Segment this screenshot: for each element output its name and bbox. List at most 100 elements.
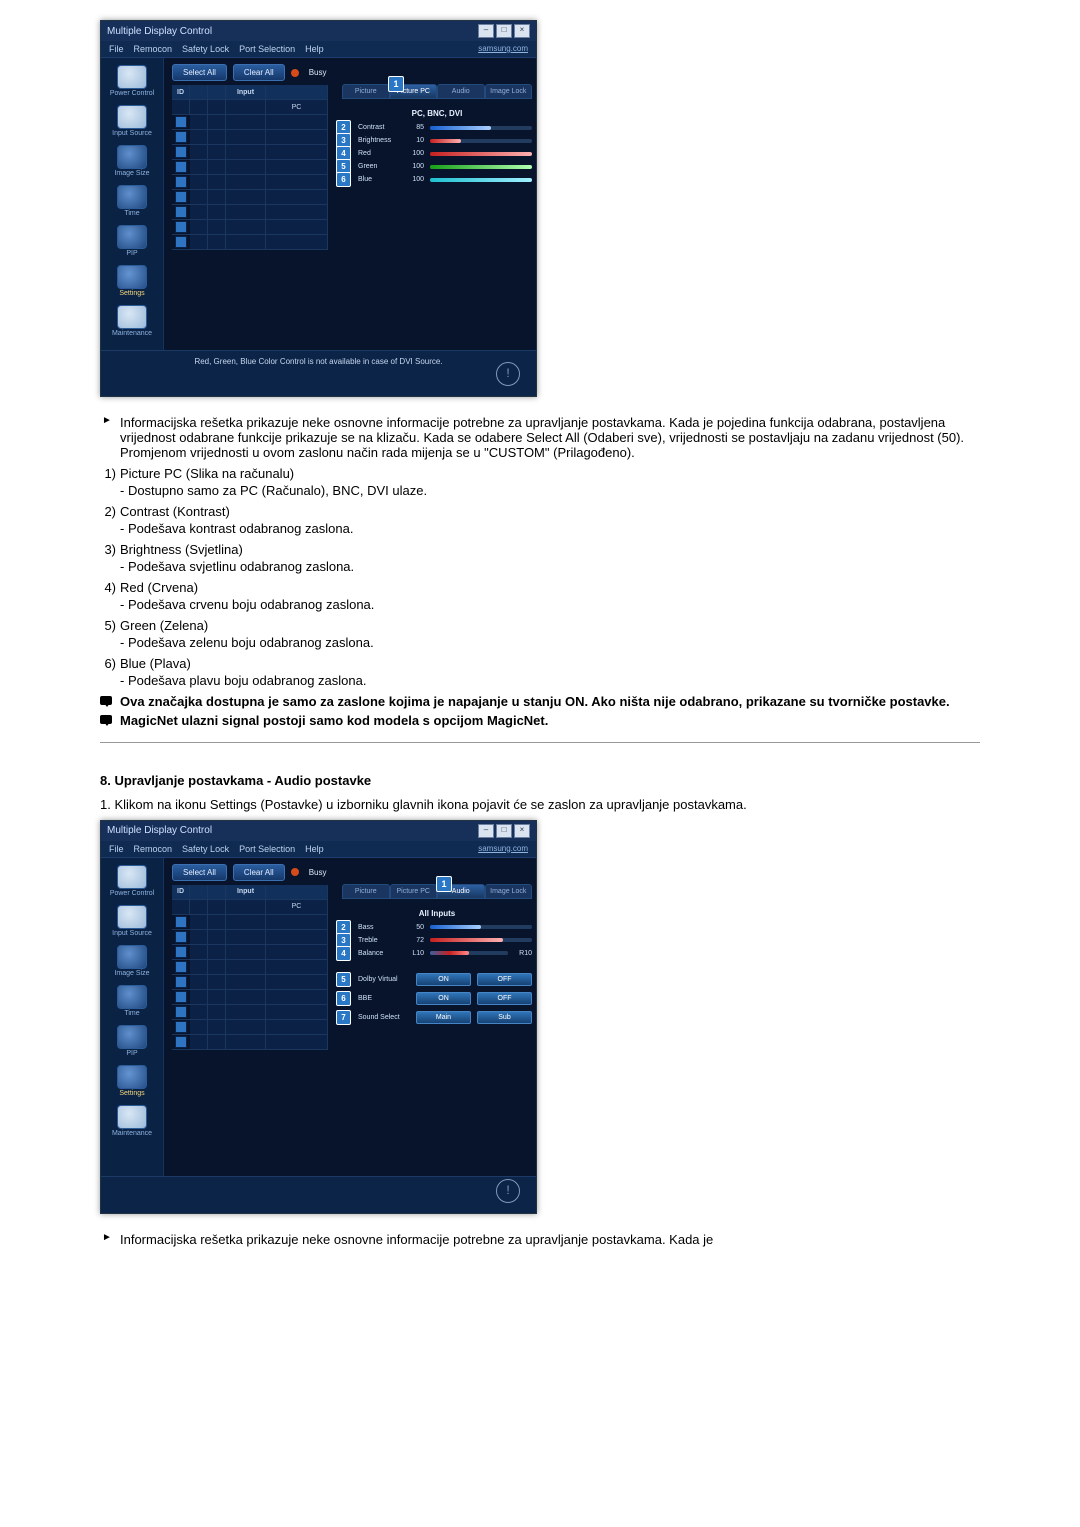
doc-list-sub: - Podešava zelenu boju odabranog zaslona… [100, 635, 980, 650]
clear-all-button[interactable]: Clear All [233, 64, 285, 81]
grid-header-id: ID [172, 885, 190, 899]
close-button[interactable]: × [514, 824, 530, 838]
menu-portselection[interactable]: Port Selection [239, 844, 295, 854]
grid-checkbox[interactable] [175, 146, 187, 158]
grid-checkbox[interactable] [175, 206, 187, 218]
grid-checkbox[interactable] [175, 1006, 187, 1018]
menu-help[interactable]: Help [305, 44, 324, 54]
grid-checkbox[interactable] [175, 236, 187, 248]
toggle-option-b[interactable]: OFF [477, 992, 532, 1005]
menu-help[interactable]: Help [305, 844, 324, 854]
toggle-option-a[interactable]: Main [416, 1011, 471, 1024]
slider-row-green: 5Green100 [342, 163, 532, 170]
slider-value: 50 [406, 924, 424, 931]
clear-all-button[interactable]: Clear All [233, 864, 285, 881]
row-badge: 7 [336, 1010, 351, 1025]
slider-track[interactable] [430, 178, 532, 182]
tab-image-lock[interactable]: Image Lock [485, 884, 533, 899]
toggle-option-b[interactable]: OFF [477, 973, 532, 986]
grid-checkbox[interactable] [175, 991, 187, 1003]
image-size-icon [117, 145, 147, 169]
tab-audio[interactable]: Audio [437, 84, 485, 99]
doc-list-item: 5)Green (Zelena) [100, 618, 980, 633]
app-window-audio: Multiple Display Control – □ × File Remo… [100, 820, 537, 1214]
doc-list-sub: - Podešava crvenu boju odabranog zaslona… [100, 597, 980, 612]
sidebar-item-pip[interactable]: PIP [101, 1024, 163, 1058]
sidebar-item-maintenance[interactable]: Maintenance [101, 1104, 163, 1138]
tab-picture-pc[interactable]: Picture PC [390, 884, 438, 899]
toggle-option-a[interactable]: ON [416, 973, 471, 986]
toggle-option-a[interactable]: ON [416, 992, 471, 1005]
minimize-button[interactable]: – [478, 24, 494, 38]
slider-track[interactable] [430, 951, 508, 955]
grid-checkbox[interactable] [175, 916, 187, 928]
grid-checkbox[interactable] [175, 221, 187, 233]
slider-track[interactable] [430, 152, 532, 156]
slider-track[interactable] [430, 139, 532, 143]
doc-list-item: 3)Brightness (Svjetlina) [100, 542, 980, 557]
tab-picture[interactable]: Picture [342, 884, 390, 899]
sidebar-item-imagesize[interactable]: Image Size [101, 944, 163, 978]
info-grid: ID Input PC [172, 85, 328, 250]
maximize-button[interactable]: □ [496, 824, 512, 838]
slider-label: Contrast [358, 124, 400, 131]
grid-header-id: ID [172, 85, 190, 99]
menu-remocon[interactable]: Remocon [134, 844, 173, 854]
grid-checkbox[interactable] [175, 191, 187, 203]
menu-file[interactable]: File [109, 44, 124, 54]
grid-checkbox[interactable] [175, 161, 187, 173]
tab-image-lock[interactable]: Image Lock [485, 84, 533, 99]
panel-subtitle: All Inputs [342, 909, 532, 918]
info-icon[interactable]: ! [496, 1179, 520, 1203]
sidebar-item-power[interactable]: Power Control [101, 64, 163, 98]
sidebar-item-settings[interactable]: Settings [101, 1064, 163, 1098]
sidebar-item-imagesize[interactable]: Image Size [101, 144, 163, 178]
slider-track[interactable] [430, 938, 532, 942]
grid-checkbox[interactable] [175, 946, 187, 958]
sidebar-item-input[interactable]: Input Source [101, 904, 163, 938]
grid-checkbox[interactable] [175, 176, 187, 188]
toggle-option-b[interactable]: Sub [477, 1011, 532, 1024]
sidebar-item-pip[interactable]: PIP [101, 224, 163, 258]
menu-link-samsung[interactable]: samsung.com [478, 844, 528, 854]
menu-safetylock[interactable]: Safety Lock [182, 844, 229, 854]
grid-checkbox[interactable] [175, 116, 187, 128]
slider-track[interactable] [430, 126, 532, 130]
footer-area: ! [101, 1176, 536, 1213]
grid-checkbox[interactable] [175, 131, 187, 143]
sidebar-item-settings[interactable]: Settings [101, 264, 163, 298]
menu-portselection[interactable]: Port Selection [239, 44, 295, 54]
grid-checkbox[interactable] [175, 976, 187, 988]
info-icon[interactable]: ! [496, 362, 520, 386]
toggle-label: Dolby Virtual [358, 976, 410, 983]
maintenance-icon [117, 1105, 147, 1129]
row-badge: 5 [336, 972, 351, 987]
maximize-button[interactable]: □ [496, 24, 512, 38]
sidebar-item-time[interactable]: Time [101, 184, 163, 218]
slider-track[interactable] [430, 925, 532, 929]
titlebar: Multiple Display Control – □ × [101, 821, 536, 841]
select-all-button[interactable]: Select All [172, 64, 227, 81]
slider-row-red: 4Red100 [342, 150, 532, 157]
menu-link-samsung[interactable]: samsung.com [478, 44, 528, 54]
sidebar-item-power[interactable]: Power Control [101, 864, 163, 898]
sidebar-item-maintenance[interactable]: Maintenance [101, 304, 163, 338]
power-icon [117, 865, 147, 889]
minimize-button[interactable]: – [478, 824, 494, 838]
grid-checkbox[interactable] [175, 1036, 187, 1048]
app-window-picture: Multiple Display Control – □ × File Remo… [100, 20, 537, 397]
grid-checkbox[interactable] [175, 1021, 187, 1033]
close-button[interactable]: × [514, 24, 530, 38]
sidebar-item-input[interactable]: Input Source [101, 104, 163, 138]
slider-value: 10 [406, 137, 424, 144]
menu-remocon[interactable]: Remocon [134, 44, 173, 54]
menu-file[interactable]: File [109, 844, 124, 854]
doc-audio-intro: 1. Klikom na ikonu Settings (Postavke) u… [100, 796, 980, 814]
menu-safetylock[interactable]: Safety Lock [182, 44, 229, 54]
tab-picture[interactable]: Picture [342, 84, 390, 99]
select-all-button[interactable]: Select All [172, 864, 227, 881]
sidebar-item-time[interactable]: Time [101, 984, 163, 1018]
grid-checkbox[interactable] [175, 931, 187, 943]
grid-checkbox[interactable] [175, 961, 187, 973]
slider-track[interactable] [430, 165, 532, 169]
